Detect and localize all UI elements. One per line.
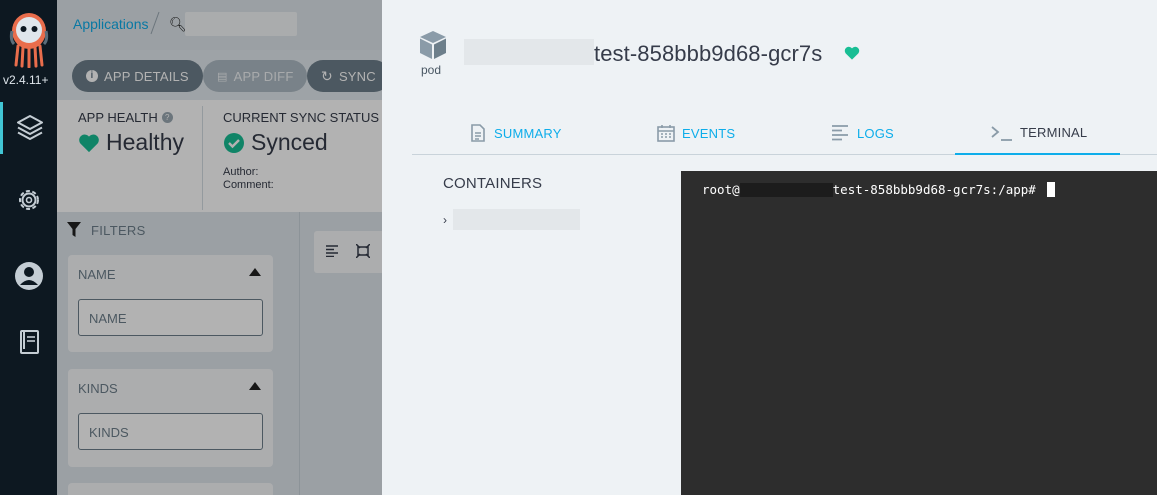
prompt-prefix: root@: [702, 182, 740, 197]
pod-cube-icon: [420, 31, 446, 59]
nav-user[interactable]: [0, 250, 57, 302]
resource-kind-label: pod: [421, 63, 442, 77]
tab-terminal[interactable]: TERMINAL: [955, 112, 1120, 155]
nav-settings[interactable]: [0, 174, 57, 226]
version-label: v2.4.11+: [3, 73, 49, 87]
container-item-redacted[interactable]: [453, 209, 580, 230]
argo-logo[interactable]: [6, 10, 52, 68]
panel-tabs: SUMMARY EVENTS LOGS TERMINAL: [412, 112, 1157, 155]
resource-details-panel: pod test-858bbb9d68-gcr7s SUMMARY EVENTS…: [382, 0, 1157, 495]
tab-logs[interactable]: LOGS: [831, 112, 894, 154]
tab-events[interactable]: EVENTS: [656, 112, 735, 154]
terminal-cursor: [1047, 182, 1056, 197]
tab-summary[interactable]: SUMMARY: [468, 112, 562, 154]
file-icon: [471, 124, 485, 142]
docs-icon: [19, 330, 39, 354]
nav-docs[interactable]: [0, 316, 57, 368]
layers-icon: [17, 115, 43, 140]
health-heart-icon: [844, 46, 860, 60]
user-icon: [14, 262, 43, 290]
calendar-icon: [657, 125, 675, 142]
left-nav: v2.4.11+: [0, 0, 57, 495]
nav-applications[interactable]: [0, 102, 57, 154]
terminal-icon: [991, 125, 1012, 141]
prompt-suffix: test-858bbb9d68-gcr7s:/app#: [832, 182, 1044, 197]
align-left-icon: [832, 125, 848, 141]
backdrop-overlay[interactable]: [57, 0, 382, 495]
resource-name: test-858bbb9d68-gcr7s: [594, 41, 823, 66]
redacted-name-prefix: [464, 39, 594, 65]
containers-title: CONTAINERS: [443, 175, 543, 192]
terminal-view[interactable]: root@ test-858bbb9d68-gcr7s:/app#: [681, 171, 1157, 495]
chevron-right-icon[interactable]: ›: [443, 213, 447, 227]
terminal-prompt: root@ test-858bbb9d68-gcr7s:/app#: [702, 182, 1056, 197]
redacted-hostname: [739, 182, 833, 197]
gear-icon: [18, 190, 39, 210]
